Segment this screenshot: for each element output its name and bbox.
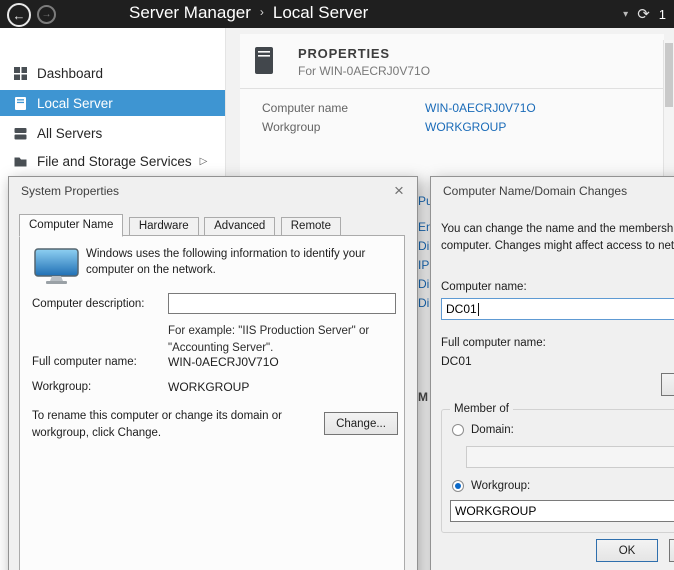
domain-radio-icon[interactable] xyxy=(452,424,464,436)
clipped-value: Di xyxy=(418,296,429,310)
text-cursor xyxy=(478,303,479,316)
workgroup-input[interactable] xyxy=(450,500,674,522)
full-computer-name-value: DC01 xyxy=(441,354,472,368)
description-example-text: For example: "IIS Production Server" or … xyxy=(168,323,369,356)
computer-name-label: Computer name: xyxy=(441,281,527,293)
chevron-down-icon[interactable]: ▾ xyxy=(623,9,628,20)
tab-strip: Computer Name Hardware Advanced Remote xyxy=(19,214,342,236)
tab-computer-name[interactable]: Computer Name xyxy=(19,214,123,237)
domain-input-disabled xyxy=(466,446,674,468)
tab-hardware[interactable]: Hardware xyxy=(129,217,199,236)
computer-description-label: Computer description: xyxy=(32,298,145,310)
workgroup-radio-icon[interactable] xyxy=(452,480,464,492)
refresh-icon[interactable]: ⟳ xyxy=(637,5,650,23)
computer-name-link[interactable]: WIN-0AECRJ0V71O xyxy=(425,101,536,115)
sidebar-item-local-server[interactable]: Local Server xyxy=(0,90,225,116)
workgroup-radio-row[interactable]: Workgroup: xyxy=(452,480,530,492)
clipped-value: IP xyxy=(418,258,429,272)
dialog-description-line2: computer. Changes might affect access to… xyxy=(441,240,674,252)
sidebar-item-label: All Servers xyxy=(37,126,102,141)
app-title: Server Manager xyxy=(129,3,251,22)
workgroup-radio-label: Workgroup: xyxy=(471,480,530,492)
sidebar-item-label: Local Server xyxy=(37,96,113,111)
rename-hint-text: To rename this computer or change its do… xyxy=(32,408,304,443)
breadcrumb-separator-icon: › xyxy=(251,5,273,19)
clipped-value: Di xyxy=(418,239,429,253)
sidebar-item-dashboard[interactable]: Dashboard xyxy=(0,60,225,86)
server-icon xyxy=(13,96,28,111)
workgroup-value: WORKGROUP xyxy=(168,380,249,394)
clipped-value: Di xyxy=(418,277,429,291)
computer-name-input[interactable]: DC01 xyxy=(441,298,674,320)
file-storage-icon xyxy=(13,154,28,169)
property-label: Computer name xyxy=(262,101,348,115)
cancel-button-clipped[interactable] xyxy=(669,539,674,562)
vertical-scrollbar[interactable] xyxy=(663,40,674,176)
titlebar-actions: ▾ ⟳ 1 xyxy=(623,0,666,28)
change-button[interactable]: Change... xyxy=(324,412,398,435)
clipped-value: M xyxy=(418,390,428,404)
back-button[interactable]: ← xyxy=(7,3,31,27)
forward-button[interactable]: → xyxy=(37,5,56,24)
computer-name-tab-page: Windows uses the following information t… xyxy=(19,235,405,570)
dialog-description: Windows uses the following information t… xyxy=(86,246,394,278)
divider xyxy=(240,88,664,89)
forward-arrow-icon: → xyxy=(42,9,52,20)
member-of-groupbox: Member of Domain: Workgroup: xyxy=(441,409,674,533)
servers-stack-icon xyxy=(13,126,28,141)
workgroup-label: Workgroup: xyxy=(32,381,91,393)
sidebar-item-label: Dashboard xyxy=(37,66,103,81)
full-computer-name-label: Full computer name: xyxy=(441,337,546,349)
sidebar-item-file-storage-services[interactable]: File and Storage Services ▷ xyxy=(0,148,225,174)
sidebar-item-all-servers[interactable]: All Servers xyxy=(0,120,225,146)
expand-arrow-icon[interactable]: ▷ xyxy=(200,156,208,167)
panel-subtitle: For WIN-0AECRJ0V71O xyxy=(298,64,430,78)
dialog-title: System Properties xyxy=(21,184,119,198)
server-manager-window: ← → Server Manager›Local Server ▾ ⟳ 1 Da… xyxy=(0,0,674,570)
tab-remote[interactable]: Remote xyxy=(281,217,341,236)
dialog-title: Computer Name/Domain Changes xyxy=(443,184,627,198)
full-computer-name-value: WIN-0AECRJ0V71O xyxy=(168,355,279,369)
domain-radio-label: Domain: xyxy=(471,424,514,436)
more-button[interactable] xyxy=(661,373,674,396)
computer-name-input-value: DC01 xyxy=(446,302,477,316)
notification-count[interactable]: 1 xyxy=(659,7,666,22)
ok-button[interactable]: OK xyxy=(596,539,658,562)
sidebar-item-label: File and Storage Services xyxy=(37,154,192,169)
domain-radio-row[interactable]: Domain: xyxy=(452,424,514,436)
property-label: Workgroup xyxy=(262,120,320,134)
workgroup-link[interactable]: WORKGROUP xyxy=(425,120,506,134)
close-icon[interactable]: × xyxy=(385,179,413,202)
tab-advanced[interactable]: Advanced xyxy=(204,217,275,236)
breadcrumb-current: Local Server xyxy=(273,3,368,22)
dashboard-icon xyxy=(13,66,28,81)
example-line: For example: "IIS Production Server" or xyxy=(168,323,369,340)
member-of-label: Member of xyxy=(450,403,513,415)
breadcrumb: Server Manager›Local Server xyxy=(129,3,368,23)
monitor-icon xyxy=(34,248,80,286)
system-properties-dialog: System Properties × Computer Name Hardwa… xyxy=(8,176,418,570)
computer-description-input[interactable] xyxy=(168,293,396,314)
full-computer-name-label: Full computer name: xyxy=(32,356,137,368)
dialog-description-line1: You can change the name and the membersh… xyxy=(441,223,674,235)
scrollbar-thumb[interactable] xyxy=(665,43,673,107)
title-bar: ← → Server Manager›Local Server ▾ ⟳ 1 xyxy=(0,0,674,28)
panel-title: PROPERTIES xyxy=(298,46,390,61)
back-arrow-icon: ← xyxy=(13,8,26,23)
computer-name-domain-changes-dialog: Computer Name/Domain Changes You can cha… xyxy=(430,176,674,570)
example-line: "Accounting Server". xyxy=(168,340,369,357)
server-icon xyxy=(254,46,274,76)
